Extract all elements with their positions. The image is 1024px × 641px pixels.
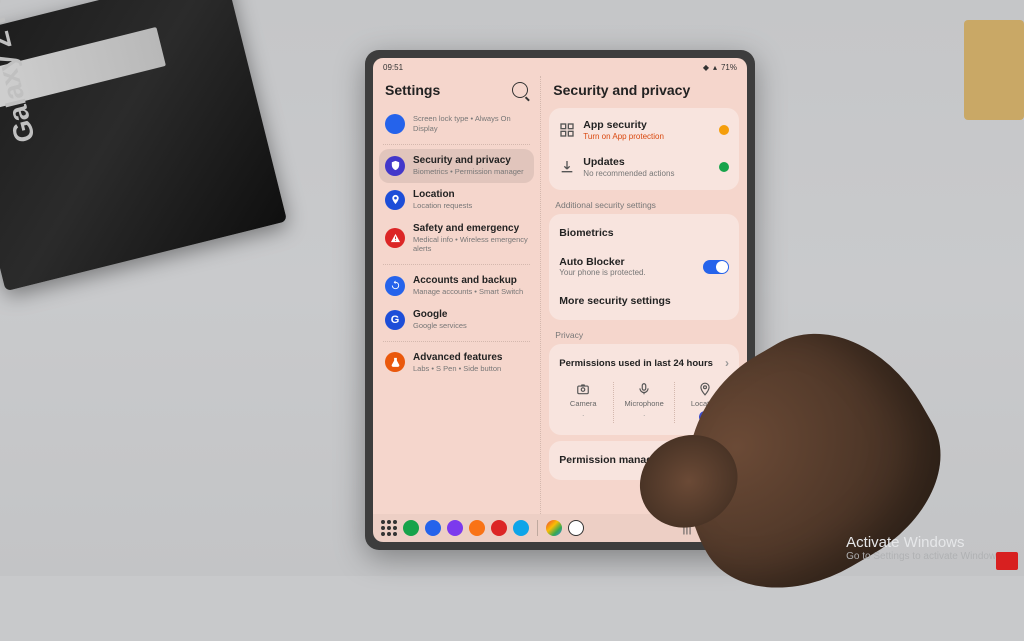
perm-camera[interactable]: Camera · [553, 382, 614, 423]
section-additional: Additional security settings [541, 196, 747, 214]
settings-item-security-privacy[interactable]: Security and privacy Biometrics • Permis… [379, 149, 534, 183]
messages-app-icon[interactable] [425, 520, 441, 536]
search-icon[interactable] [512, 82, 528, 98]
wifi-icon: ◆ [703, 63, 709, 72]
biometrics-row[interactable]: Biometrics [549, 218, 739, 249]
permissions-24h-row[interactable]: Permissions used in last 24 hours › [549, 348, 739, 378]
sync-icon [385, 276, 405, 296]
browser-app-icon[interactable] [447, 520, 463, 536]
gallery-app-icon[interactable] [491, 520, 507, 536]
lockscreen-icon [385, 114, 405, 134]
channel-logo [996, 552, 1018, 570]
settings-item-google[interactable]: G Google Google services [379, 303, 534, 337]
settings-item-safety[interactable]: Safety and emergency Medical info • Wire… [379, 217, 534, 261]
status-warning-icon [719, 125, 729, 135]
settings-item-accounts[interactable]: Accounts and backup Manage accounts • Sm… [379, 269, 534, 303]
signal-icon: ▴ [713, 63, 717, 72]
settings-list-pane: Settings Screen lock type • Always On Di… [373, 76, 541, 514]
compass-app-icon[interactable] [568, 520, 584, 536]
wooden-clamp [964, 20, 1024, 120]
shield-icon [385, 156, 405, 176]
warning-icon [385, 228, 405, 248]
battery-text: 71% [721, 63, 737, 72]
apps-drawer-icon[interactable] [381, 520, 397, 536]
item-sub: Biometrics • Permission manager [413, 167, 528, 177]
chevron-right-icon: › [725, 356, 729, 370]
play-store-icon[interactable] [546, 520, 562, 536]
location-icon [385, 190, 405, 210]
google-icon: G [385, 310, 405, 330]
phone-app-icon[interactable] [403, 520, 419, 536]
settings-item-advanced[interactable]: Advanced features Labs • S Pen • Side bu… [379, 346, 534, 380]
settings-title: Settings [385, 82, 440, 98]
item-title: Security and privacy [413, 155, 528, 167]
windows-watermark: Activate Windows Go to Settings to activ… [846, 534, 1004, 562]
status-bar: 09:51 ◆ ▴ 71% [373, 58, 747, 76]
status-ok-icon [719, 162, 729, 172]
settings-item-lockscreen[interactable]: Screen lock type • Always On Display [379, 108, 534, 140]
camera-icon [576, 382, 590, 396]
updates-row[interactable]: Updates No recommended actions [549, 149, 739, 186]
app-security-row[interactable]: App security Turn on App protection [549, 112, 739, 149]
notes-app-icon[interactable] [469, 520, 485, 536]
status-time: 09:51 [383, 63, 403, 72]
microphone-icon [637, 382, 651, 396]
auto-blocker-toggle[interactable] [703, 260, 729, 274]
section-privacy: Privacy [541, 326, 747, 344]
more-security-row[interactable]: More security settings [549, 286, 739, 317]
perm-microphone[interactable]: Microphone · [614, 382, 675, 423]
pin-icon [698, 382, 712, 396]
detail-title: Security and privacy [553, 82, 690, 98]
settings-item-location[interactable]: Location Location requests [379, 183, 534, 217]
store-app-icon[interactable] [513, 520, 529, 536]
download-icon [559, 159, 575, 175]
labs-icon [385, 352, 405, 372]
auto-blocker-row[interactable]: Auto Blocker Your phone is protected. [549, 249, 739, 286]
grid-icon [559, 122, 575, 138]
